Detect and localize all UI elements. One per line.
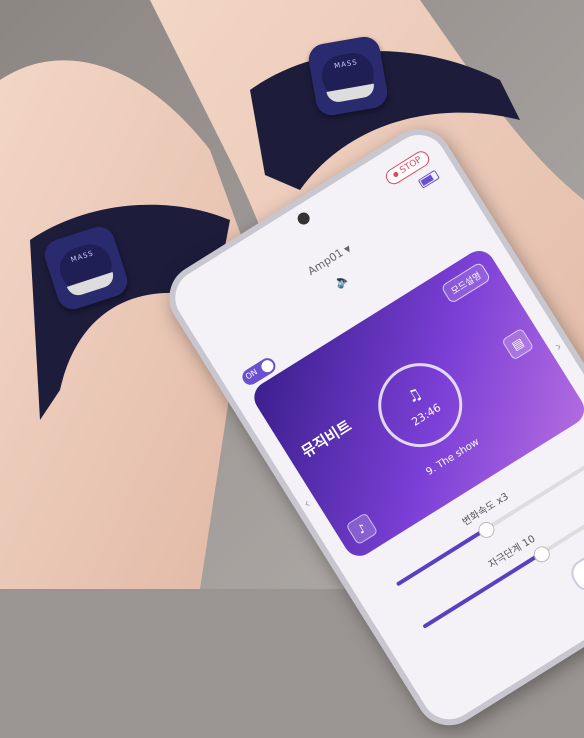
slider-knob[interactable]	[475, 519, 498, 542]
stop-label: STOP	[398, 155, 424, 177]
app-screen: STOP Amp01▼ 🔈 ON 모드설명 뮤직비트 ♫ 23:46 9. Th…	[164, 124, 584, 730]
mode-title: 뮤직비트	[298, 416, 355, 462]
smartphone: STOP Amp01▼ 🔈 ON 모드설명 뮤직비트 ♫ 23:46 9. Th…	[156, 116, 584, 738]
stop-dot-icon	[392, 170, 400, 178]
mode-card: 모드설명 뮤직비트 ♫ 23:46 9. The show ▤ ♪	[248, 244, 584, 562]
chevron-down-icon: ▼	[342, 243, 353, 255]
phone-wrap: STOP Amp01▼ 🔈 ON 모드설명 뮤직비트 ♫ 23:46 9. Th…	[0, 0, 584, 738]
pause-button[interactable]: II	[566, 532, 584, 596]
chevron-left-icon[interactable]: ‹	[301, 496, 314, 513]
chevron-right-icon[interactable]: ›	[552, 339, 565, 356]
playlist-icon[interactable]: ▤	[501, 327, 535, 361]
mode-description-button[interactable]: 모드설명	[440, 261, 492, 305]
toggle-label: ON	[243, 367, 260, 382]
slider-knob[interactable]	[530, 543, 553, 566]
toggle-knob	[259, 357, 276, 375]
front-camera	[295, 210, 312, 227]
